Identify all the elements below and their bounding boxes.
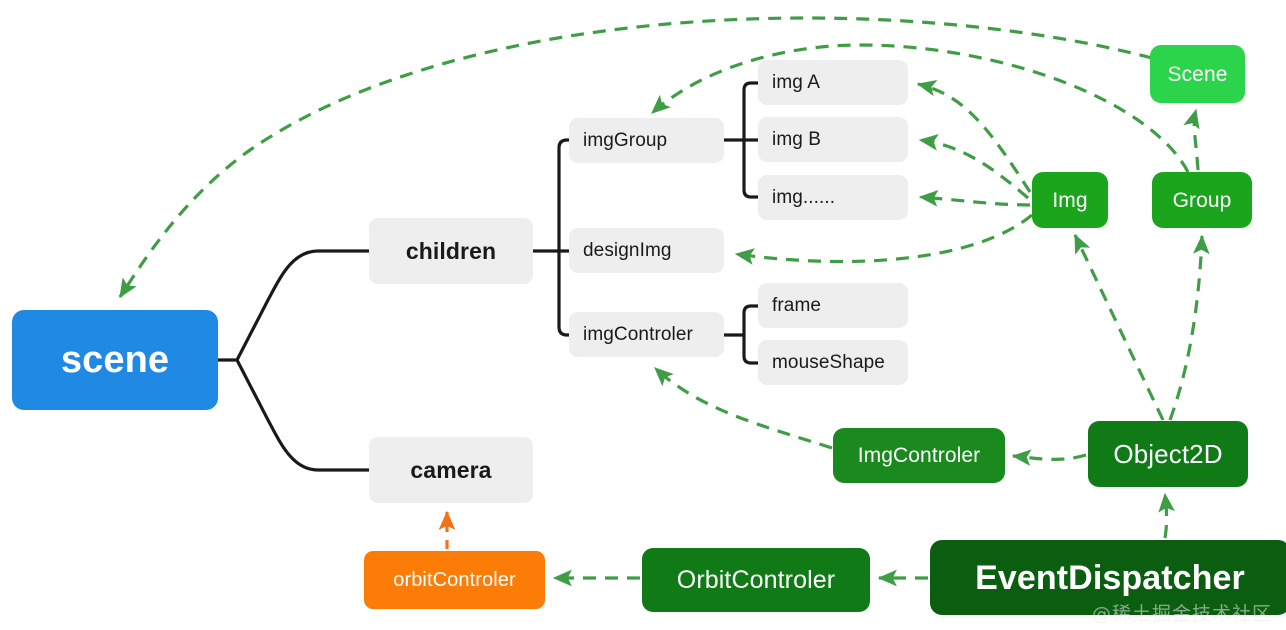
node-class-img[interactable]: Img: [1032, 172, 1108, 228]
node-img-b[interactable]: img B: [758, 117, 908, 162]
node-scene-label: scene: [60, 339, 170, 381]
node-frame-label: frame: [772, 295, 822, 316]
node-img-controler[interactable]: imgControler: [569, 312, 724, 357]
node-class-orbit-controler[interactable]: OrbitControler: [642, 548, 870, 612]
node-img-group[interactable]: imgGroup: [569, 118, 724, 163]
arrow-EventDispatcher-to-Object2D: [1158, 492, 1175, 539]
node-img-a[interactable]: img A: [758, 60, 908, 105]
node-children[interactable]: children: [369, 218, 533, 284]
arrow-Group-to-imgGroup: [650, 43, 1190, 173]
node-camera-label: camera: [410, 456, 492, 483]
node-orbit-controler-instance[interactable]: orbitControler: [364, 551, 545, 609]
arrow-Img-to-imgEtc: [918, 190, 1031, 207]
node-design-img[interactable]: designImg: [569, 228, 724, 273]
node-camera[interactable]: camera: [369, 437, 533, 503]
node-img-group-label: imgGroup: [583, 130, 668, 151]
node-class-group-label: Group: [1172, 188, 1232, 212]
edge-imgControler-mouseShape: [742, 333, 760, 365]
edge-scene-children: [235, 249, 371, 362]
node-img-etc-label: img......: [772, 187, 836, 208]
node-children-label: children: [405, 237, 497, 264]
node-class-img-controler[interactable]: ImgControler: [833, 428, 1005, 483]
edge-imgGroup-imgA: [742, 81, 760, 142]
node-scene[interactable]: scene: [12, 310, 218, 410]
node-img-etc[interactable]: img......: [758, 175, 908, 220]
node-img-a-label: img A: [772, 72, 821, 93]
arrow-Object2D-to-Img: [1073, 233, 1165, 421]
node-frame[interactable]: frame: [758, 283, 908, 328]
node-class-group[interactable]: Group: [1152, 172, 1252, 228]
node-class-img-label: Img: [1052, 188, 1088, 212]
watermark: @稀土掘金技术社区: [1091, 603, 1272, 625]
edge-children-imgGroup: [557, 138, 571, 253]
arrow-Img-to-designImg: [734, 213, 1034, 265]
edge-imgControler-frame: [742, 304, 760, 337]
arrow-Object2D-to-Group: [1168, 234, 1210, 421]
arrow-Img-to-imgA: [916, 79, 1032, 193]
arrow-Object2D-to-ImgControler: [1011, 449, 1087, 466]
edge-imgGroup-imgEtc: [742, 138, 760, 199]
node-class-img-controler-label: ImgControler: [857, 444, 981, 467]
node-img-b-label: img B: [772, 129, 822, 150]
node-mouse-shape[interactable]: mouseShape: [758, 340, 908, 385]
diagram-canvas: scene children camera imgGroup designImg…: [0, 0, 1286, 630]
arrow-Img-to-imgB: [918, 133, 1030, 200]
node-img-controler-label: imgControler: [583, 324, 693, 345]
node-class-event-dispatcher-label: EventDispatcher: [975, 558, 1245, 597]
relation-arrows: [118, 16, 1210, 587]
node-class-scene[interactable]: Scene: [1150, 45, 1245, 103]
node-class-orbit-controler-label: OrbitControler: [676, 565, 836, 594]
arrow-Group-to-Scene: [1183, 108, 1200, 171]
node-mouse-shape-label: mouseShape: [772, 352, 885, 373]
edge-scene-camera: [235, 358, 371, 472]
edge-children-imgControler: [557, 249, 571, 337]
node-design-img-label: designImg: [583, 240, 672, 261]
node-orbit-controler-instance-label: orbitControler: [393, 569, 516, 591]
node-class-object2d-label: Object2D: [1113, 439, 1223, 469]
node-class-object2d[interactable]: Object2D: [1088, 421, 1248, 487]
node-class-scene-label: Scene: [1167, 62, 1228, 86]
